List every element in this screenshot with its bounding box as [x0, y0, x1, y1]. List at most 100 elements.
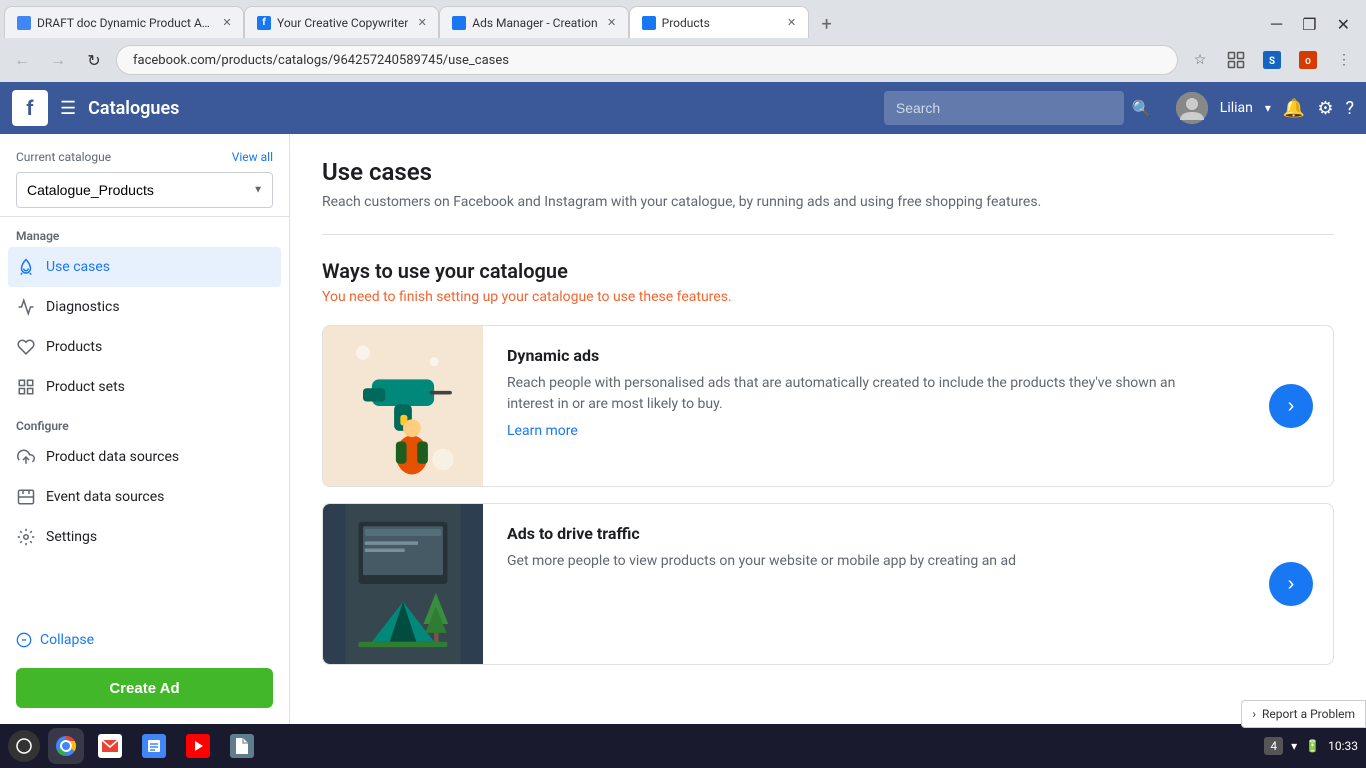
- svg-text:S: S: [1269, 56, 1275, 67]
- reload-button[interactable]: ↻: [80, 46, 108, 74]
- tab-close-ads[interactable]: ✕: [604, 15, 620, 31]
- use-case-action-drive-traffic: ›: [1249, 504, 1333, 664]
- catalogue-section: Current catalogue View all Catalogue_Pro…: [0, 134, 289, 217]
- use-case-card-drive-traffic: Ads to drive traffic Get more people to …: [322, 503, 1334, 665]
- use-case-action-dynamic-ads: ›: [1249, 326, 1333, 486]
- tab-title-copywriter: Your Creative Copywriter: [277, 16, 408, 30]
- address-bar: ← → ↻ facebook.com/products/catalogs/964…: [0, 38, 1366, 82]
- forward-button[interactable]: →: [44, 46, 72, 74]
- sidebar-item-product-sets[interactable]: Product sets: [0, 367, 289, 407]
- user-chevron-icon[interactable]: ▾: [1265, 101, 1271, 115]
- learn-more-link-dynamic-ads[interactable]: Learn more: [507, 423, 578, 439]
- use-case-title-drive-traffic: Ads to drive traffic: [507, 524, 1225, 543]
- address-input[interactable]: facebook.com/products/catalogs/964257240…: [116, 45, 1178, 75]
- profile-extension-button[interactable]: S: [1258, 46, 1286, 74]
- tab-title-ads: Ads Manager - Creation: [472, 16, 597, 30]
- sidebar-label-settings: Settings: [46, 529, 273, 545]
- start-button[interactable]: [8, 730, 40, 762]
- tab-copywriter[interactable]: f Your Creative Copywriter ✕: [244, 6, 439, 38]
- network-icon: ▾: [1291, 739, 1297, 753]
- settings-icon[interactable]: ⚙: [1317, 98, 1333, 119]
- svg-text:O: O: [1305, 57, 1311, 67]
- sidebar: Current catalogue View all Catalogue_Pro…: [0, 134, 290, 724]
- taskbar-files-icon[interactable]: [224, 728, 260, 764]
- dynamic-ads-chevron-button[interactable]: ›: [1269, 384, 1313, 428]
- use-case-card-dynamic-ads: Dynamic ads Reach people with personalis…: [322, 325, 1334, 487]
- sidebar-item-settings[interactable]: Settings: [0, 517, 289, 557]
- tab-title-products: Products: [662, 16, 778, 30]
- configure-section-title: Configure: [0, 407, 289, 437]
- office-extension-button[interactable]: O: [1294, 46, 1322, 74]
- facebook-header: f ☰ Catalogues 🔍 Lilian ▾ 🔔 ⚙ ?: [0, 82, 1366, 134]
- tab-close-draft[interactable]: ✕: [219, 15, 235, 31]
- ways-subtitle: You need to finish setting up your catal…: [322, 289, 1334, 305]
- collapse-label: Collapse: [40, 632, 94, 648]
- catalogue-select[interactable]: Catalogue_Products: [16, 172, 273, 208]
- diagnostics-icon: [16, 297, 36, 317]
- sidebar-item-products[interactable]: Products: [0, 327, 289, 367]
- taskbar-system-tray: 4 ▾ 🔋 10:33: [1264, 737, 1358, 755]
- header-actions: Lilian ▾ 🔔 ⚙ ?: [1176, 92, 1354, 124]
- new-tab-button[interactable]: +: [813, 10, 841, 38]
- report-problem-label: Report a Problem: [1262, 707, 1355, 721]
- address-text: facebook.com/products/catalogs/964257240…: [133, 53, 509, 68]
- main-layout: Current catalogue View all Catalogue_Pro…: [0, 134, 1366, 724]
- page-subtitle: Reach customers on Facebook and Instagra…: [322, 194, 1334, 210]
- extensions-button[interactable]: [1222, 46, 1250, 74]
- notifications-icon[interactable]: 🔔: [1283, 98, 1305, 119]
- sidebar-label-diagnostics: Diagnostics: [46, 299, 273, 315]
- sidebar-label-use-cases: Use cases: [46, 259, 273, 275]
- minimize-button[interactable]: ─: [1263, 10, 1290, 38]
- restore-button[interactable]: ❐: [1294, 11, 1324, 38]
- sidebar-label-product-sets: Product sets: [46, 379, 273, 395]
- battery-icon: 🔋: [1305, 739, 1320, 753]
- use-case-image-dynamic-ads: [323, 326, 483, 486]
- view-all-link[interactable]: View all: [232, 150, 273, 164]
- taskbar-gmail-icon[interactable]: [92, 728, 128, 764]
- upload-icon: [16, 447, 36, 467]
- search-input[interactable]: [884, 91, 1124, 125]
- tab-bar: DRAFT doc Dynamic Product Ad... ✕ f Your…: [0, 0, 1366, 38]
- collapse-button[interactable]: Collapse: [0, 620, 289, 660]
- use-case-desc-dynamic-ads: Reach people with personalised ads that …: [507, 373, 1225, 415]
- taskbar-docs-icon[interactable]: [136, 728, 172, 764]
- close-window-button[interactable]: ✕: [1329, 11, 1358, 38]
- tab-ads-manager[interactable]: Ads Manager - Creation ✕: [439, 6, 628, 38]
- product-sets-icon: [16, 377, 36, 397]
- tab-products[interactable]: Products ✕: [629, 6, 809, 38]
- tab-draft-doc[interactable]: DRAFT doc Dynamic Product Ad... ✕: [4, 6, 244, 38]
- sidebar-item-use-cases[interactable]: Use cases: [8, 247, 281, 287]
- report-problem-button[interactable]: › Report a Problem: [1241, 700, 1366, 728]
- tab-title-draft: DRAFT doc Dynamic Product Ad...: [37, 16, 213, 30]
- page-title: Use cases: [322, 158, 1334, 186]
- main-content: Use cases Reach customers on Facebook an…: [290, 134, 1366, 724]
- sidebar-item-diagnostics[interactable]: Diagnostics: [0, 287, 289, 327]
- use-case-desc-drive-traffic: Get more people to view products on your…: [507, 551, 1225, 572]
- manage-section-title: Manage: [0, 217, 289, 247]
- ways-title: Ways to use your catalogue: [322, 259, 1334, 283]
- create-ad-button[interactable]: Create Ad: [16, 668, 273, 708]
- drive-traffic-chevron-button[interactable]: ›: [1269, 562, 1313, 606]
- facebook-logo: f: [12, 90, 48, 126]
- avatar: [1176, 92, 1208, 124]
- rocket-icon: [16, 257, 36, 277]
- tab-favicon-draft: [17, 16, 31, 30]
- use-case-body-drive-traffic: Ads to drive traffic Get more people to …: [483, 504, 1249, 664]
- sidebar-item-product-data-sources[interactable]: Product data sources: [0, 437, 289, 477]
- help-icon[interactable]: ?: [1345, 98, 1354, 119]
- sidebar-item-event-data-sources[interactable]: Event data sources: [0, 477, 289, 517]
- bookmark-button[interactable]: ☆: [1186, 46, 1214, 74]
- hamburger-menu-icon[interactable]: ☰: [60, 98, 76, 119]
- back-button[interactable]: ←: [8, 46, 36, 74]
- tab-close-products[interactable]: ✕: [784, 15, 800, 31]
- taskbar-chrome-icon[interactable]: [48, 728, 84, 764]
- browser-controls: ─ ❐ ✕: [1263, 10, 1366, 38]
- use-case-title-dynamic-ads: Dynamic ads: [507, 346, 1225, 365]
- menu-button[interactable]: ⋮: [1330, 46, 1358, 74]
- search-icon: 🔍: [1132, 99, 1152, 118]
- header-app-title: Catalogues: [88, 98, 179, 119]
- taskbar-youtube-icon[interactable]: [180, 728, 216, 764]
- tab-close-copywriter[interactable]: ✕: [414, 15, 430, 31]
- event-icon: [16, 487, 36, 507]
- divider: [322, 234, 1334, 235]
